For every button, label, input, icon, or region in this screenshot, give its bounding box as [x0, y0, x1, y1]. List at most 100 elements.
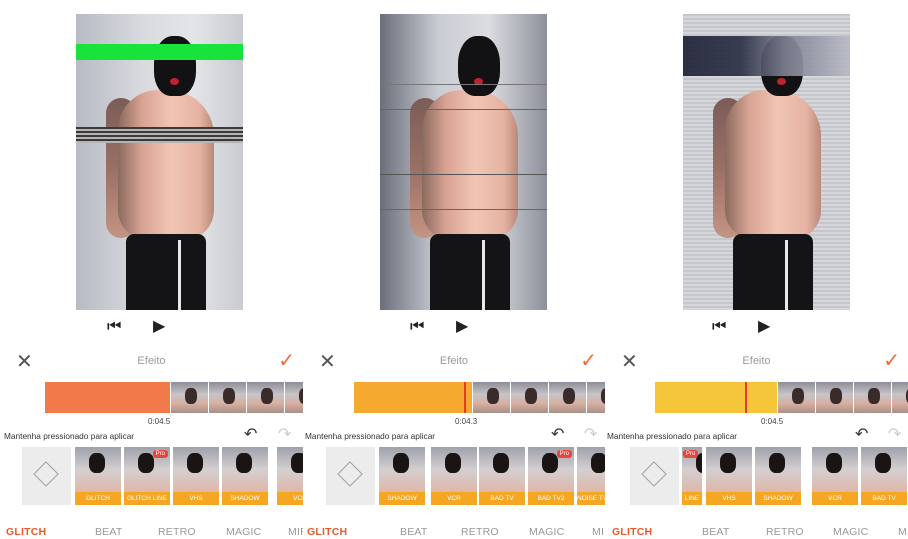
toolbar-title: Efeito [137, 355, 166, 367]
effect-label: LINE [682, 492, 702, 505]
video-preview-area: ⏮ ▶ [605, 0, 908, 350]
hold-to-apply-hint: Mantenha pressionado para aplicar [607, 431, 738, 441]
effect-timeline[interactable] [45, 382, 303, 413]
effect-label: VCR [431, 492, 477, 505]
tab-magic[interactable]: MAGIC [529, 526, 564, 538]
effect-label: BAD TV [479, 492, 525, 505]
playhead[interactable] [745, 382, 747, 413]
tab-beat[interactable]: BEAT [400, 526, 427, 538]
tab-beat[interactable]: BEAT [95, 526, 122, 538]
skip-back-icon[interactable]: ⏮ [107, 318, 121, 336]
effect-item[interactable]: BAD TV [479, 447, 525, 505]
person-figure [408, 34, 526, 310]
effect-label: SHADOW [222, 492, 268, 505]
effect-strip: SHADOW VCR BAD TV Pro BAD TV2 NOISE TV [326, 447, 605, 505]
effect-item[interactable]: SHADOW [222, 447, 268, 505]
effect-item[interactable]: GLITCH [75, 447, 121, 505]
effect-timeline[interactable] [354, 382, 605, 413]
toolbar-title: Efeito [742, 355, 771, 367]
skip-back-icon[interactable]: ⏮ [712, 318, 726, 336]
hold-to-apply-hint: Mantenha pressionado para aplicar [305, 431, 436, 441]
effect-item[interactable]: VCR [277, 447, 303, 505]
redo-icon[interactable]: ↷ [584, 424, 597, 444]
tab-mirror[interactable]: MIR [592, 526, 605, 538]
timestamp: 0:04.3 [455, 417, 478, 426]
editor-panel-2: ⏮ ▶ ✕ Efeito ✓ 0:04.3 Mantenha pressiona… [303, 0, 605, 539]
effect-toolbar: ✕ Efeito ✓ [303, 350, 605, 376]
timestamp: 0:04.5 [761, 417, 784, 426]
effect-label: VCR [812, 492, 858, 505]
timeline-effect-fill [45, 382, 170, 413]
timestamp: 0:04.5 [148, 417, 171, 426]
tab-magic[interactable]: MAGIC [226, 526, 261, 538]
effect-label: GLITCH LINE [124, 492, 170, 505]
video-preview[interactable] [380, 14, 547, 310]
effect-item[interactable]: VHS [706, 447, 752, 505]
category-tabs: GLITCH BEAT RETRO MAGIC MIR [0, 526, 303, 539]
editor-panel-3: ⏮ ▶ ✕ Efeito ✓ 0:04.5 Mantenha pressiona… [605, 0, 908, 539]
effect-item[interactable]: SHADOW [379, 447, 425, 505]
play-icon[interactable]: ▶ [153, 318, 165, 336]
eraser-button[interactable] [326, 447, 375, 505]
tab-retro[interactable]: RETRO [158, 526, 196, 538]
effect-item[interactable]: VCR [812, 447, 858, 505]
editor-panel-1: ⏮ ▶ ✕ Efeito ✓ 0:04.5 Mantenha pressiona… [0, 0, 303, 539]
eraser-icon [33, 461, 59, 487]
pro-badge: Pro [152, 450, 168, 458]
video-preview[interactable] [683, 14, 850, 310]
tab-mirror[interactable]: M [898, 526, 907, 538]
undo-icon[interactable]: ↶ [855, 424, 868, 444]
tab-retro[interactable]: RETRO [461, 526, 499, 538]
confirm-check-icon[interactable]: ✓ [883, 350, 900, 372]
confirm-check-icon[interactable]: ✓ [278, 350, 295, 372]
tab-glitch[interactable]: GLITCH [307, 526, 347, 538]
eraser-button[interactable] [22, 447, 71, 505]
effect-item[interactable]: VCR [431, 447, 477, 505]
tab-magic[interactable]: MAGIC [833, 526, 868, 538]
confirm-check-icon[interactable]: ✓ [580, 350, 597, 372]
playhead[interactable] [464, 382, 466, 413]
effect-item[interactable]: BAD TV [861, 447, 907, 505]
tab-beat[interactable]: BEAT [702, 526, 729, 538]
effect-label: SHADOW [379, 492, 425, 505]
play-icon[interactable]: ▶ [758, 318, 770, 336]
effect-item[interactable]: Pro LINE [682, 447, 702, 505]
hold-to-apply-hint: Mantenha pressionado para aplicar [4, 431, 135, 441]
undo-icon[interactable]: ↶ [244, 424, 257, 444]
effect-item[interactable]: SHADOW [755, 447, 801, 505]
glitch-line-band [76, 127, 243, 143]
eraser-icon [641, 461, 667, 487]
eraser-button[interactable] [630, 447, 679, 505]
timeline-effect-fill [655, 382, 777, 413]
play-icon[interactable]: ▶ [456, 318, 468, 336]
effect-strip: Pro LINE VHS SHADOW VCR BAD TV [630, 447, 908, 505]
video-preview[interactable] [76, 14, 243, 310]
effect-label: VHS [173, 492, 219, 505]
tab-retro[interactable]: RETRO [766, 526, 804, 538]
effect-item[interactable]: Pro BAD TV2 [528, 447, 574, 505]
effect-label: BAD TV [861, 492, 907, 505]
effect-label: GLITCH [75, 492, 121, 505]
effect-toolbar: ✕ Efeito ✓ [605, 350, 908, 376]
effect-label: VCR [277, 492, 303, 505]
category-tabs: GLITCH BEAT RETRO MAGIC MIR [303, 526, 605, 539]
effect-label: NOISE TV [577, 492, 605, 505]
redo-icon[interactable]: ↷ [278, 424, 291, 444]
timeline-effect-fill [354, 382, 472, 413]
undo-icon[interactable]: ↶ [551, 424, 564, 444]
video-preview-area: ⏮ ▶ [0, 0, 303, 350]
effect-timeline[interactable] [655, 382, 908, 413]
glitch-shift-band [683, 36, 850, 76]
tab-mirror[interactable]: MIR [288, 526, 303, 538]
effect-toolbar: ✕ Efeito ✓ [0, 350, 303, 376]
redo-icon[interactable]: ↷ [888, 424, 901, 444]
effect-item[interactable]: VHS [173, 447, 219, 505]
tab-glitch[interactable]: GLITCH [6, 526, 46, 538]
skip-back-icon[interactable]: ⏮ [410, 318, 424, 336]
tab-glitch[interactable]: GLITCH [612, 526, 652, 538]
effect-label: VHS [706, 492, 752, 505]
effect-item[interactable]: NOISE TV [577, 447, 605, 505]
category-tabs: GLITCH BEAT RETRO MAGIC M [605, 526, 908, 539]
glitch-green-bar [76, 44, 243, 60]
effect-item[interactable]: Pro GLITCH LINE [124, 447, 170, 505]
